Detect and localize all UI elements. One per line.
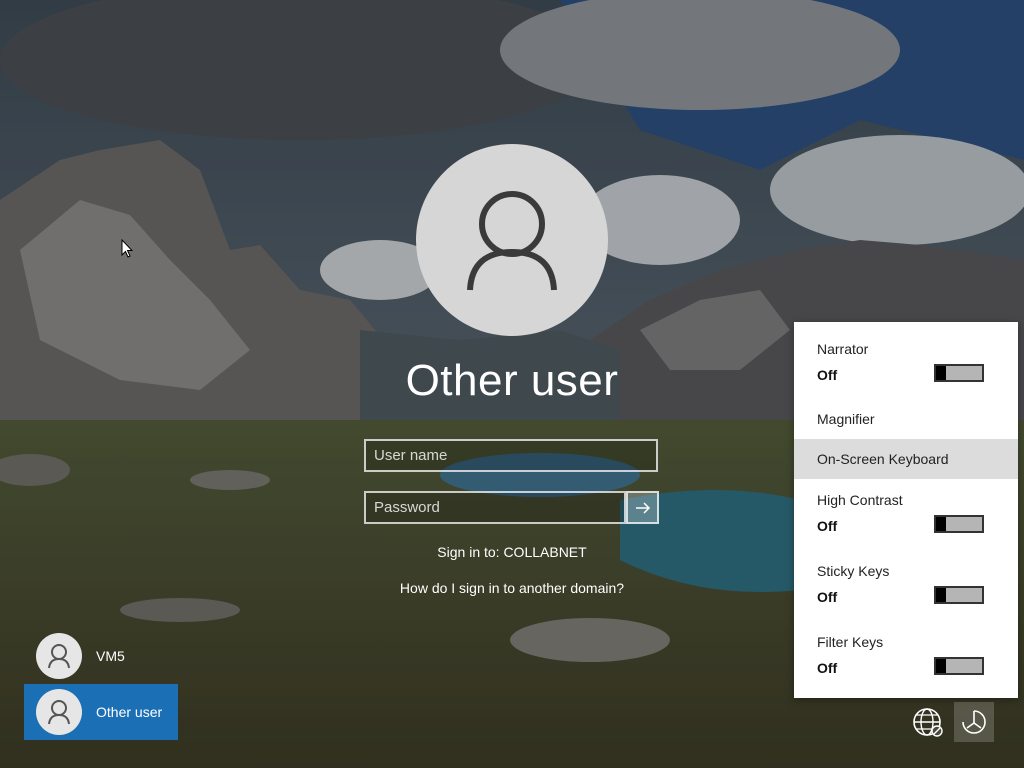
filter-keys-toggle[interactable]: [934, 657, 984, 675]
user-tile-other-user[interactable]: Other user: [24, 684, 178, 740]
toggle-knob: [936, 517, 946, 531]
on-screen-keyboard-item[interactable]: On-Screen Keyboard: [794, 439, 1018, 479]
avatar: [36, 633, 82, 679]
network-icon: [913, 708, 943, 737]
magnifier-label: Magnifier: [817, 411, 875, 427]
password-field[interactable]: [364, 491, 626, 524]
submit-button[interactable]: [626, 491, 659, 524]
mouse-cursor-icon: [121, 239, 133, 258]
user-icon: [48, 700, 70, 725]
toggle-knob: [936, 588, 946, 602]
high-contrast-state: Off: [817, 518, 838, 534]
user-tile-label: Other user: [96, 704, 163, 720]
sticky-keys-toggle[interactable]: [934, 586, 984, 604]
sign-in-domain-text: Sign in to: COLLABNET: [437, 544, 587, 560]
on-screen-keyboard-label: On-Screen Keyboard: [817, 451, 949, 467]
username-input[interactable]: [366, 441, 656, 470]
high-contrast-label: High Contrast: [817, 492, 903, 508]
username-field[interactable]: [364, 439, 658, 472]
narrator-toggle[interactable]: [934, 364, 984, 382]
high-contrast-toggle[interactable]: [934, 515, 984, 533]
password-input[interactable]: [366, 493, 624, 522]
user-tile-label: VM5: [96, 648, 125, 664]
toggle-knob: [936, 366, 946, 380]
narrator-state: Off: [817, 367, 838, 383]
user-tile-vm5[interactable]: VM5: [24, 628, 178, 684]
sticky-keys-state: Off: [817, 589, 838, 605]
user-icon: [48, 644, 70, 669]
magnifier-item[interactable]: Magnifier: [794, 399, 1018, 439]
toggle-knob: [936, 659, 946, 673]
filter-keys-label: Filter Keys: [817, 634, 884, 650]
ease-of-access-icon: [962, 710, 986, 734]
other-domain-help-link[interactable]: How do I sign in to another domain?: [312, 580, 712, 596]
network-button[interactable]: [908, 702, 948, 742]
user-icon: [467, 191, 557, 291]
ease-of-access-button[interactable]: [954, 702, 994, 742]
arrow-right-icon: [636, 502, 651, 514]
filter-keys-state: Off: [817, 660, 838, 676]
avatar: [36, 689, 82, 735]
ease-of-access-panel: Narrator Off Magnifier On-Screen Keyboar…: [794, 322, 1018, 698]
narrator-label: Narrator: [817, 341, 869, 357]
user-avatar: [416, 144, 608, 336]
user-title: Other user: [405, 356, 619, 405]
sticky-keys-label: Sticky Keys: [817, 563, 890, 579]
